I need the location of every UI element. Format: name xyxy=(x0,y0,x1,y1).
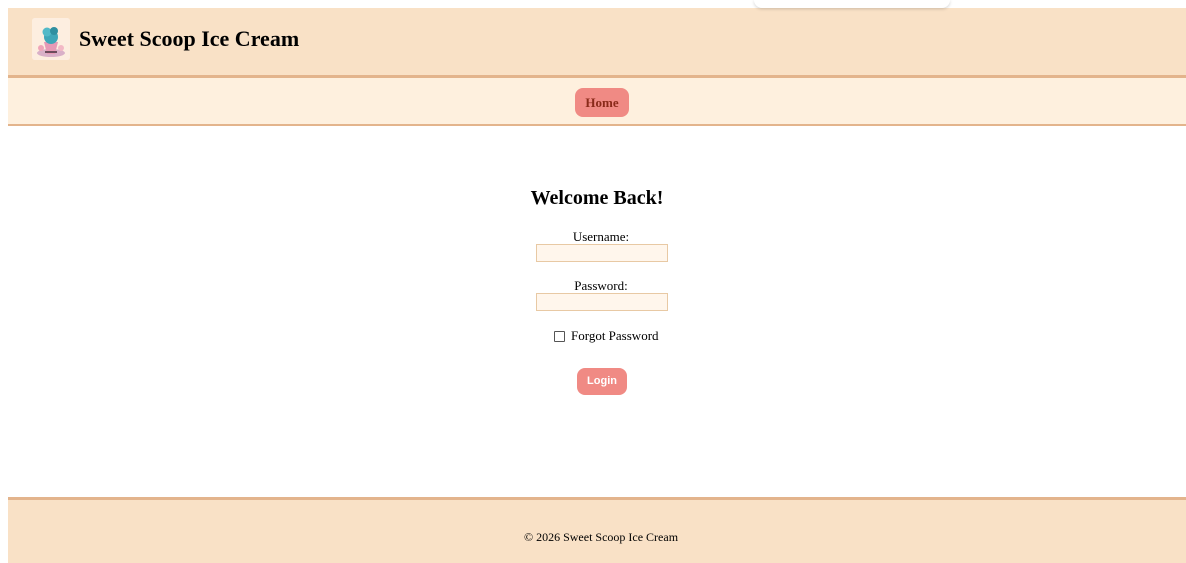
site-header: Sweet Scoop Ice Cream xyxy=(8,8,1186,78)
site-title: Sweet Scoop Ice Cream xyxy=(79,26,300,51)
password-input[interactable] xyxy=(536,293,668,311)
username-input[interactable] xyxy=(536,244,668,262)
site-footer: © 2026 Sweet Scoop Ice Cream xyxy=(8,497,1186,563)
forgot-password-checkbox[interactable] xyxy=(554,330,565,342)
top-popup-edge xyxy=(754,0,950,8)
login-heading: Welcome Back! xyxy=(530,187,664,209)
logo xyxy=(32,18,70,60)
page: Sweet Scoop Ice Cream Home Welcome Back!… xyxy=(8,0,1186,563)
login-button[interactable]: Login xyxy=(577,368,627,395)
forgot-password-label: Forgot Password xyxy=(571,328,659,343)
main-nav: Home xyxy=(8,78,1186,126)
username-label: Username: xyxy=(572,229,630,244)
password-label: Password: xyxy=(574,278,628,293)
forgot-password-row[interactable]: Forgot Password xyxy=(554,328,659,344)
nav-home-button[interactable]: Home xyxy=(575,88,629,117)
footer-copyright: © 2026 Sweet Scoop Ice Cream xyxy=(523,530,679,544)
ice-cream-icon xyxy=(32,18,70,60)
